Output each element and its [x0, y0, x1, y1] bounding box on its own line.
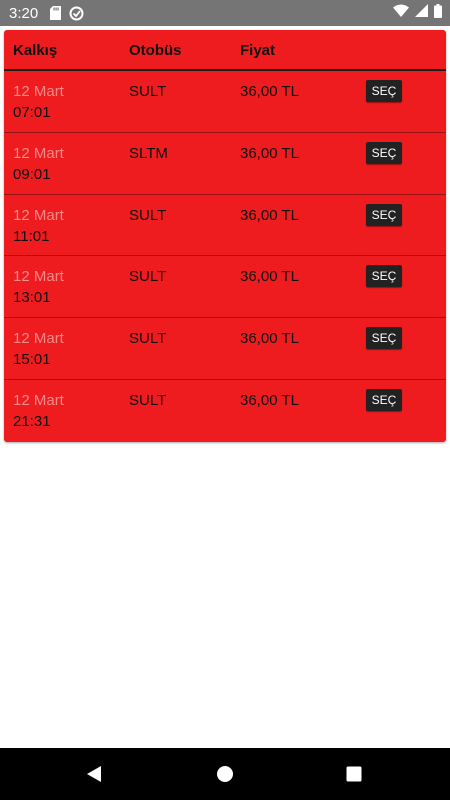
select-button[interactable]: SEÇ [366, 80, 402, 102]
bus-code: SULT [129, 330, 167, 348]
price: 36,00 TL [240, 144, 299, 162]
table-row: 12 Mart 13:01 SULT 36,00 TL SEÇ [4, 256, 446, 319]
bus-code: SULT [129, 268, 167, 286]
departure-date: 12 Mart [13, 330, 64, 348]
table-row: 12 Mart 21:31 SULT 36,00 TL SEÇ [4, 380, 446, 442]
select-button[interactable]: SEÇ [366, 327, 402, 350]
departure-time: 15:01 [13, 351, 51, 369]
bus-code: SLTM [129, 144, 168, 162]
price: 36,00 TL [240, 206, 299, 224]
departure-time: 21:31 [13, 412, 51, 430]
table-row: 12 Mart 09:01 SLTM 36,00 TL SEÇ [4, 133, 446, 195]
header-bus: Otobüs [129, 42, 182, 59]
departure-date: 12 Mart [13, 268, 64, 286]
table-row: 12 Mart 15:01 SULT 36,00 TL SEÇ [4, 318, 446, 380]
select-button[interactable]: SEÇ [366, 141, 402, 164]
back-icon[interactable] [84, 764, 104, 784]
departure-time: 09:01 [13, 165, 51, 183]
trip-table: Kalkış Otobüs Fiyat 12 Mart 07:01 SULT 3… [4, 30, 446, 442]
data-saver-icon [69, 6, 84, 21]
departure-date: 12 Mart [13, 391, 64, 409]
sd-card-icon [50, 6, 62, 20]
bus-code: SULT [129, 83, 167, 100]
status-bar: 3:20 [0, 0, 450, 26]
signal-icon [415, 4, 428, 22]
price: 36,00 TL [240, 391, 299, 409]
departure-date: 12 Mart [13, 83, 64, 100]
home-icon[interactable] [215, 764, 235, 784]
select-button[interactable]: SEÇ [366, 265, 402, 288]
select-button[interactable]: SEÇ [366, 203, 402, 226]
departure-date: 12 Mart [13, 144, 64, 162]
departure-time: 13:01 [13, 289, 51, 307]
departure-time: 07:01 [13, 104, 51, 121]
wifi-icon [393, 4, 409, 22]
departure-time: 11:01 [13, 227, 50, 245]
status-right-group [393, 3, 442, 23]
recents-icon[interactable] [344, 764, 364, 784]
screen: 3:20 Kalkış Otobüs Fiyat 12 Mart 07:01 S… [0, 0, 450, 800]
bus-code: SULT [129, 206, 167, 224]
header-price: Fiyat [240, 42, 276, 59]
select-button[interactable]: SEÇ [366, 388, 402, 411]
table-header: Kalkış Otobüs Fiyat [4, 30, 446, 71]
price: 36,00 TL [240, 268, 299, 286]
table-row: 12 Mart 07:01 SULT 36,00 TL SEÇ [4, 71, 446, 133]
navigation-bar [0, 748, 450, 800]
price: 36,00 TL [240, 83, 299, 100]
table-row: 12 Mart 11:01 SULT 36,00 TL SEÇ [4, 195, 446, 257]
departure-date: 12 Mart [13, 206, 64, 224]
battery-icon [434, 3, 442, 23]
status-time: 3:20 [9, 4, 39, 22]
header-departure: Kalkış [13, 42, 58, 59]
bus-code: SULT [129, 391, 167, 409]
price: 36,00 TL [240, 330, 299, 348]
